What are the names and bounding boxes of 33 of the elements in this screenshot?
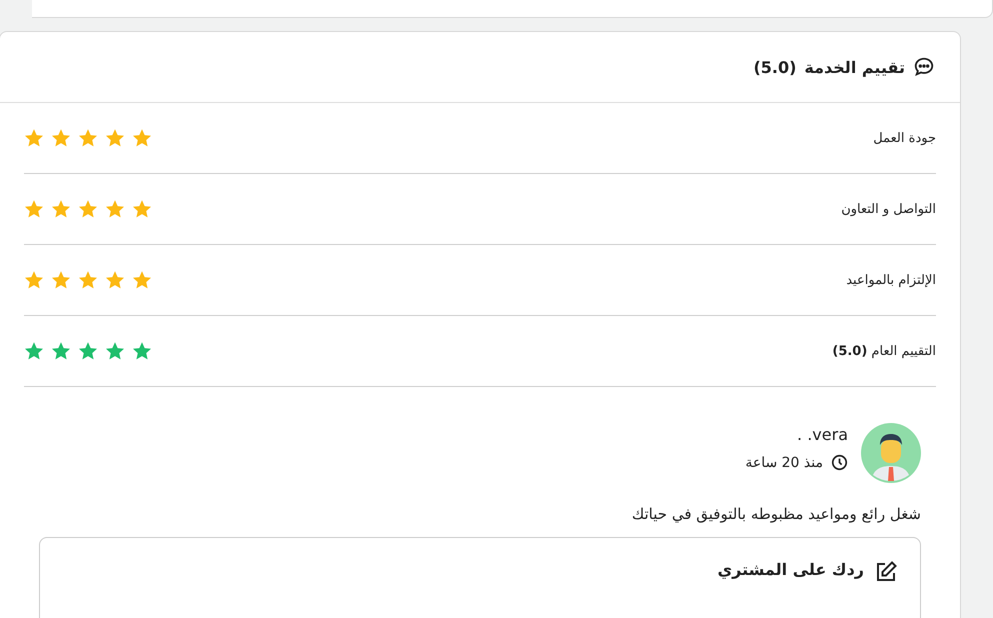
criterion-label: الإلتزام بالمواعيد: [846, 272, 936, 288]
star-icon: [105, 270, 125, 290]
clock-icon: [831, 454, 848, 471]
reviewer-name: vera. .: [796, 425, 848, 444]
star-icon: [78, 341, 98, 361]
star-icon: [105, 128, 125, 148]
review-time: منذ 20 ساعة: [745, 454, 823, 470]
reply-title: ردك على المشتري: [717, 560, 864, 579]
star-icon: [51, 128, 71, 148]
star-icon: [105, 199, 125, 219]
star-icon: [24, 341, 44, 361]
star-icon: [24, 199, 44, 219]
review-comment: شغل رائع ومواعيد مظبوطه بالتوفيق في حياتك: [630, 505, 921, 523]
star-icon: [24, 270, 44, 290]
star-icon: [78, 270, 98, 290]
rating-title: تقييم الخدمة: [804, 58, 905, 76]
star-icon: [51, 199, 71, 219]
star-icon: [132, 128, 152, 148]
star-icon: [132, 341, 152, 361]
star-icon: [51, 341, 71, 361]
star-icon: [78, 199, 98, 219]
star-icon: [132, 270, 152, 290]
criterion-label: جودة العمل: [873, 130, 936, 146]
star-icon: [105, 341, 125, 361]
star-icon: [24, 128, 44, 148]
star-icon: [51, 270, 71, 290]
edit-icon[interactable]: [874, 560, 898, 584]
rating-score: (5.0): [753, 58, 796, 76]
criterion-label: التواصل و التعاون: [841, 202, 936, 216]
chat-bubble-icon: [913, 56, 935, 78]
avatar-icon: [861, 423, 921, 483]
star-icon: [78, 128, 98, 148]
star-icon: [132, 199, 152, 219]
